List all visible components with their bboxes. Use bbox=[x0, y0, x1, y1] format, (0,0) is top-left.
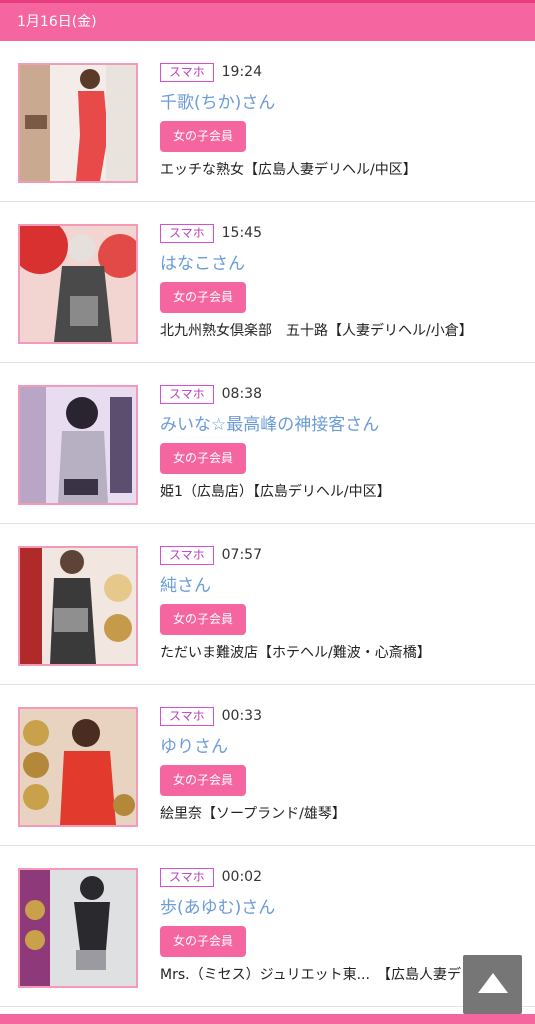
shop-info[interactable]: エッチな熟女【広島人妻デリヘル/中区】 bbox=[160, 159, 535, 181]
shop-info[interactable]: ただいま難波店【ホテヘル/難波・心斎橋】 bbox=[160, 642, 535, 664]
member-badge: 女の子会員 bbox=[160, 604, 247, 635]
triangle-up-icon bbox=[478, 973, 508, 993]
list-item[interactable]: スマホ 08:38 みいな☆最高峰の神接客さん 女の子会員 姫1（広島店）【広島… bbox=[0, 363, 535, 524]
profile-thumbnail[interactable] bbox=[18, 707, 138, 827]
date-header: 1月16日(金) bbox=[0, 3, 535, 41]
member-badge: 女の子会員 bbox=[160, 443, 247, 474]
device-badge: スマホ bbox=[160, 706, 214, 726]
profile-thumbnail[interactable] bbox=[18, 63, 138, 183]
profile-thumbnail[interactable] bbox=[18, 385, 138, 505]
girl-name-link[interactable]: みいな☆最高峰の神接客さん bbox=[160, 413, 535, 437]
post-list: スマホ 19:24 千歌(ちか)さん 女の子会員 エッチな熟女【広島人妻デリヘル… bbox=[0, 41, 535, 1007]
profile-thumbnail[interactable] bbox=[18, 546, 138, 666]
device-badge: スマホ bbox=[160, 223, 214, 243]
post-time: 07:57 bbox=[221, 547, 262, 563]
member-badge: 女の子会員 bbox=[160, 926, 247, 957]
post-time: 19:24 bbox=[221, 64, 262, 80]
post-time: 00:02 bbox=[221, 869, 262, 885]
girl-name-link[interactable]: 歩(あゆむ)さん bbox=[160, 896, 535, 920]
girl-name-link[interactable]: はなこさん bbox=[160, 252, 535, 276]
list-item[interactable]: スマホ 19:24 千歌(ちか)さん 女の子会員 エッチな熟女【広島人妻デリヘル… bbox=[0, 41, 535, 202]
list-item[interactable]: スマホ 15:45 はなこさん 女の子会員 北九州熟女倶楽部 五十路【人妻デリヘ… bbox=[0, 202, 535, 363]
next-date-header bbox=[0, 1014, 535, 1024]
girl-name-link[interactable]: 純さん bbox=[160, 574, 535, 598]
list-item[interactable]: スマホ 07:57 純さん 女の子会員 ただいま難波店【ホテヘル/難波・心斎橋】 bbox=[0, 524, 535, 685]
member-badge: 女の子会員 bbox=[160, 765, 247, 796]
device-badge: スマホ bbox=[160, 62, 214, 82]
shop-info[interactable]: 姫1（広島店）【広島デリヘル/中区】 bbox=[160, 481, 535, 503]
shop-info[interactable]: 絵里奈【ソープランド/雄琴】 bbox=[160, 803, 535, 825]
profile-thumbnail[interactable] bbox=[18, 868, 138, 988]
device-badge: スマホ bbox=[160, 867, 214, 887]
member-badge: 女の子会員 bbox=[160, 121, 247, 152]
scroll-to-top-button[interactable] bbox=[463, 955, 522, 1014]
post-time: 15:45 bbox=[221, 225, 262, 241]
shop-info[interactable]: 北九州熟女倶楽部 五十路【人妻デリヘル/小倉】 bbox=[160, 320, 535, 342]
list-item[interactable]: スマホ 00:02 歩(あゆむ)さん 女の子会員 Mrs.（ミセス）ジュリエット… bbox=[0, 846, 535, 1007]
list-item[interactable]: スマホ 00:33 ゆりさん 女の子会員 絵里奈【ソープランド/雄琴】 bbox=[0, 685, 535, 846]
device-badge: スマホ bbox=[160, 384, 214, 404]
girl-name-link[interactable]: ゆりさん bbox=[160, 735, 535, 759]
profile-thumbnail[interactable] bbox=[18, 224, 138, 344]
girl-name-link[interactable]: 千歌(ちか)さん bbox=[160, 91, 535, 115]
post-time: 08:38 bbox=[221, 386, 262, 402]
device-badge: スマホ bbox=[160, 545, 214, 565]
post-time: 00:33 bbox=[221, 708, 262, 724]
member-badge: 女の子会員 bbox=[160, 282, 247, 313]
